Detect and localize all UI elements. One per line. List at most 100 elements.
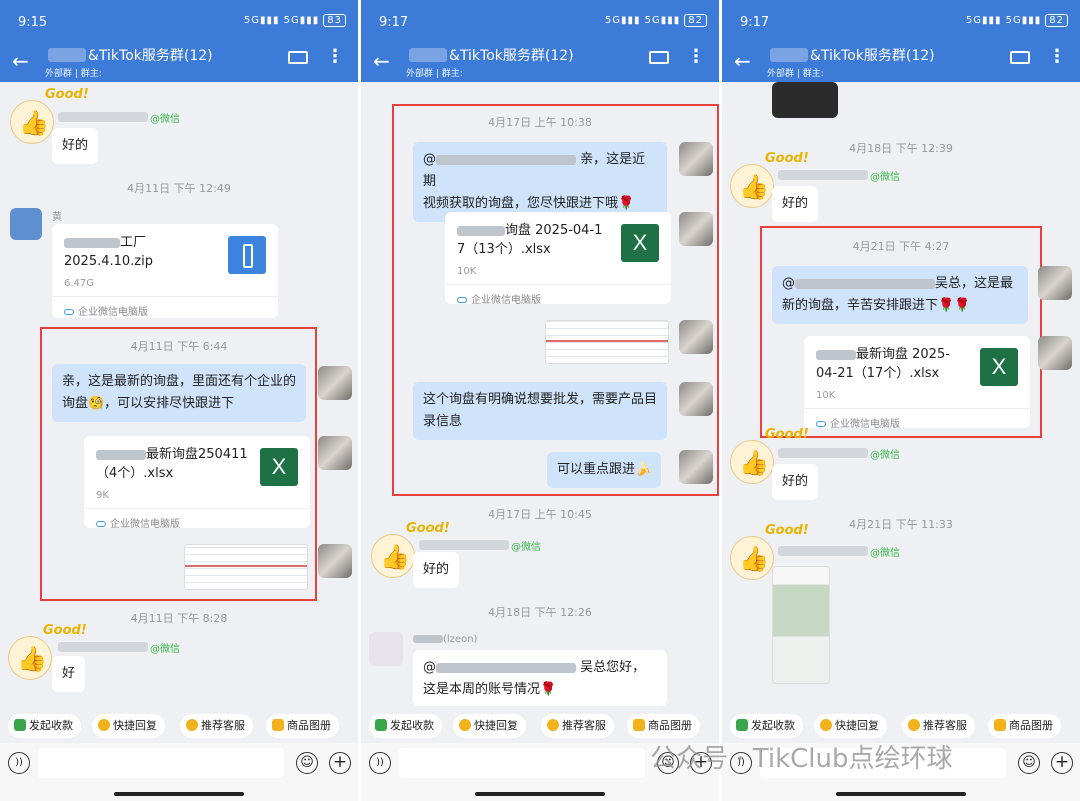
- quick-action-bar: 发起收款 快捷回复 推荐客服 商品图册: [0, 709, 358, 743]
- chat-header: ← &TikTok服务群(12) 外部群 | 群主: ⋮: [722, 44, 1080, 82]
- image-thumbnail[interactable]: [184, 544, 308, 590]
- video-call-icon[interactable]: [1010, 51, 1030, 64]
- quick-action-catalog[interactable]: 商品图册: [266, 714, 339, 738]
- message-bubble[interactable]: @ 吴总您好， 这是本周的账号情况🌹: [413, 650, 667, 706]
- message-bubble[interactable]: @ 亲，这是近期 视频获取的询盘，您尽快跟进下哦🌹: [413, 142, 667, 222]
- quick-action-reply[interactable]: 快捷回复: [814, 714, 887, 738]
- avatar[interactable]: [730, 523, 809, 580]
- avatar[interactable]: [679, 212, 713, 246]
- quick-action-catalog[interactable]: 商品图册: [627, 714, 700, 738]
- emoji-icon[interactable]: ☺: [1018, 752, 1040, 774]
- avatar[interactable]: [10, 87, 89, 144]
- avatar[interactable]: [730, 151, 809, 208]
- service-icon: [908, 719, 920, 731]
- emoji-icon[interactable]: ☺: [296, 752, 318, 774]
- group-subtitle: 外部群 | 群主:: [767, 69, 824, 79]
- quick-action-service[interactable]: 推荐客服: [180, 714, 253, 738]
- message-bubble[interactable]: @ 吴总，这是最 新的询盘，辛苦安排跟进下🌹🌹: [772, 266, 1028, 324]
- catalog-icon: [272, 719, 284, 731]
- chat-panel-2: 9:17 5G▮▮▮ 5G▮▮▮ 82 ← &TikTok服务群(12) 外部群 …: [361, 0, 719, 801]
- group-title[interactable]: &TikTok服务群(12): [88, 45, 213, 65]
- file-source: 企业微信电脑版: [445, 284, 671, 312]
- payment-icon: [375, 719, 387, 731]
- excel-file-icon: X: [980, 348, 1018, 386]
- video-call-icon[interactable]: [288, 51, 308, 64]
- voice-icon[interactable]: )): [369, 752, 391, 774]
- avatar[interactable]: [318, 544, 352, 578]
- image-thumbnail[interactable]: [772, 566, 830, 684]
- more-menu-icon[interactable]: ⋮: [687, 46, 705, 67]
- back-arrow-icon[interactable]: ←: [12, 49, 29, 73]
- zip-file-icon: [228, 236, 266, 274]
- message-bubble[interactable]: 好的: [52, 128, 99, 164]
- plus-icon[interactable]: +: [329, 752, 351, 774]
- avatar[interactable]: [318, 366, 352, 400]
- status-bar: 9:15 5G▮▮▮ 5G▮▮▮ 83: [0, 0, 358, 44]
- chat-header: ← &TikTok服务群(12) 外部群 | 群主: ⋮: [361, 44, 719, 82]
- back-arrow-icon[interactable]: ←: [734, 49, 751, 73]
- quick-action-payment[interactable]: 发起收款: [369, 714, 442, 738]
- avatar[interactable]: [1038, 336, 1072, 370]
- avatar[interactable]: [679, 142, 713, 176]
- blurred-group-prefix: [770, 48, 808, 62]
- status-time: 9:15: [18, 15, 48, 30]
- video-call-icon[interactable]: [649, 51, 669, 64]
- message-bubble[interactable]: 好的: [413, 552, 460, 588]
- message-bubble[interactable]: 亲，这是最新的询盘，里面还有个企业的询盘🧐，可以安排尽快跟进下: [52, 364, 306, 422]
- sender-name-blurred: [778, 546, 868, 556]
- wechat-tag: @微信: [870, 172, 900, 183]
- payment-icon: [14, 719, 26, 731]
- avatar[interactable]: [679, 382, 713, 416]
- message-bubble[interactable]: 好: [52, 656, 86, 692]
- more-menu-icon[interactable]: ⋮: [326, 46, 344, 67]
- image-thumbnail[interactable]: [545, 320, 669, 364]
- message-input[interactable]: [399, 748, 645, 778]
- sender-name-blurred: [778, 448, 868, 458]
- quick-action-reply[interactable]: 快捷回复: [92, 714, 165, 738]
- group-title[interactable]: &TikTok服务群(12): [449, 45, 574, 65]
- sender-name-blurred: [419, 540, 509, 550]
- catalog-icon: [994, 719, 1006, 731]
- sender-name: 黄: [52, 212, 62, 223]
- file-name: 询盘 2025-04-1 7（13个）.xlsx: [457, 223, 603, 257]
- cloud-icon: [64, 309, 74, 315]
- message-input[interactable]: [38, 748, 284, 778]
- image-thumbnail[interactable]: [772, 82, 838, 118]
- quick-action-reply[interactable]: 快捷回复: [453, 714, 526, 738]
- file-card-zip[interactable]: 工厂 2025.4.10.zip 6.47G 企业微信电脑版: [52, 224, 278, 318]
- plus-icon[interactable]: +: [1051, 752, 1073, 774]
- more-menu-icon[interactable]: ⋮: [1048, 46, 1066, 67]
- avatar[interactable]: [679, 450, 713, 484]
- avatar[interactable]: [730, 427, 809, 484]
- group-title[interactable]: &TikTok服务群(12): [810, 45, 935, 65]
- voice-icon[interactable]: )): [8, 752, 30, 774]
- excel-file-icon: X: [621, 224, 659, 262]
- avatar[interactable]: [371, 521, 450, 578]
- quick-action-payment[interactable]: 发起收款: [730, 714, 803, 738]
- quick-action-catalog[interactable]: 商品图册: [988, 714, 1061, 738]
- quick-action-service[interactable]: 推荐客服: [902, 714, 975, 738]
- avatar[interactable]: [8, 623, 87, 680]
- message-bubble[interactable]: 好的: [772, 464, 819, 500]
- message-bubble[interactable]: 这个询盘有明确说想要批发，需要产品目录信息: [413, 382, 667, 440]
- avatar[interactable]: [318, 436, 352, 470]
- message-timestamp: 4月11日 下午 6:44: [130, 340, 228, 353]
- file-size: 10K: [816, 390, 836, 401]
- message-timestamp: 4月17日 上午 10:45: [488, 508, 592, 521]
- back-arrow-icon[interactable]: ←: [373, 49, 390, 73]
- avatar[interactable]: [369, 632, 403, 666]
- cloud-icon: [816, 421, 826, 427]
- message-bubble[interactable]: 可以重点跟进🍌: [547, 452, 662, 488]
- message-bubble[interactable]: 好的: [772, 186, 819, 222]
- file-card-xlsx[interactable]: 最新询盘 2025- 04-21（17个）.xlsx X 10K 企业微信电脑版: [804, 336, 1030, 430]
- avatar[interactable]: [10, 208, 42, 240]
- quick-action-service[interactable]: 推荐客服: [541, 714, 614, 738]
- file-size: 6.47G: [64, 278, 95, 289]
- message-timestamp: 4月18日 下午 12:26: [488, 606, 592, 619]
- quick-action-payment[interactable]: 发起收款: [8, 714, 81, 738]
- avatar[interactable]: [679, 320, 713, 354]
- message-timestamp: 4月17日 上午 10:38: [488, 116, 592, 129]
- file-card-xlsx[interactable]: 最新询盘250411 （4个）.xlsx X 9K 企业微信电脑版: [84, 436, 310, 530]
- avatar[interactable]: [1038, 266, 1072, 300]
- file-card-xlsx[interactable]: 询盘 2025-04-1 7（13个）.xlsx X 10K 企业微信电脑版: [445, 212, 671, 306]
